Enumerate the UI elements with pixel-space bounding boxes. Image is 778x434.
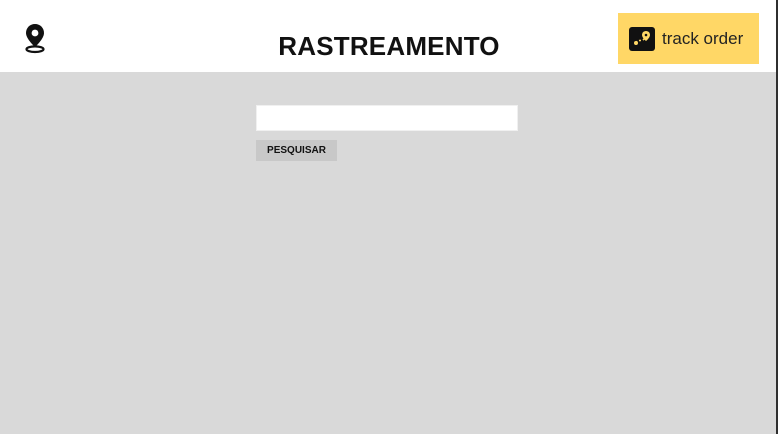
track-order-label: track order <box>662 28 744 48</box>
search-button[interactable]: PESQUISAR <box>256 140 337 161</box>
page-header: RASTREAMENTO track order <box>0 0 778 72</box>
map-route-icon <box>628 26 656 52</box>
page-title: RASTREAMENTO <box>278 31 500 62</box>
track-order-badge: track order <box>618 13 759 64</box>
search-input[interactable] <box>256 105 518 131</box>
location-pin-icon <box>22 22 48 54</box>
